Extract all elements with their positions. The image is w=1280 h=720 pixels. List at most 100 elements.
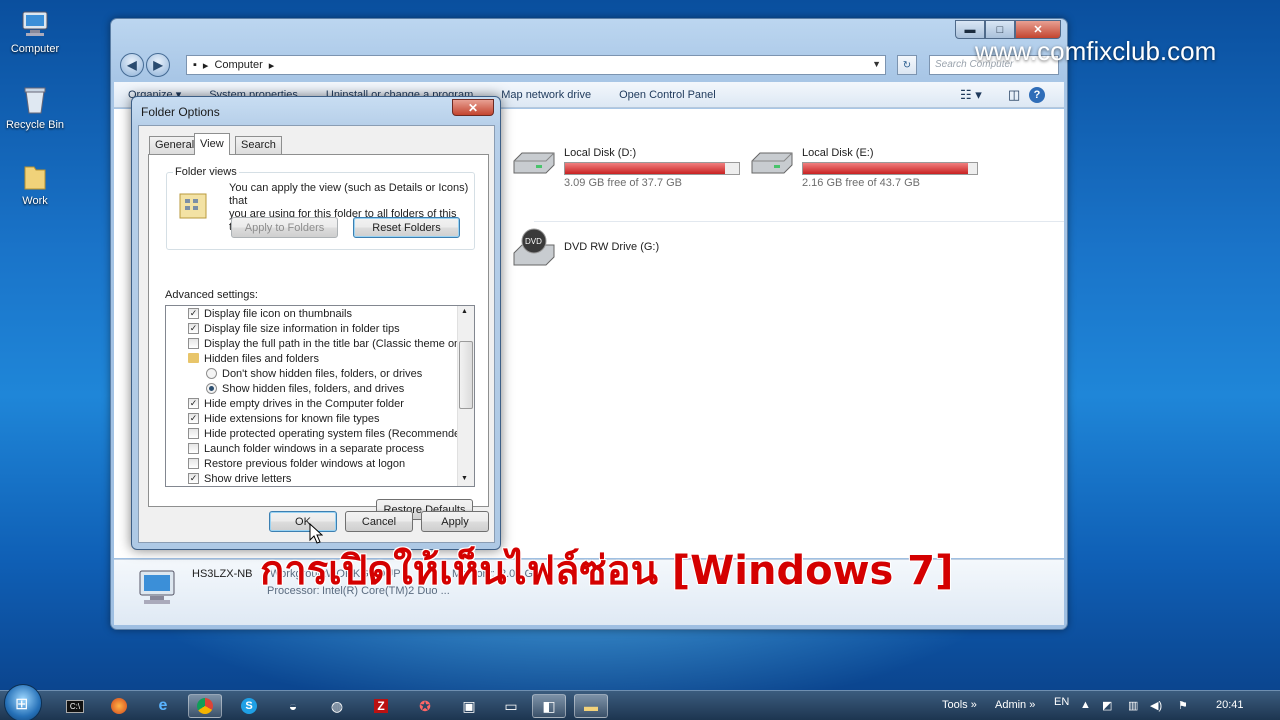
setting-label: Restore previous folder windows at logon: [204, 457, 406, 470]
checkbox[interactable]: [188, 443, 199, 454]
reset-folders-button[interactable]: Reset Folders: [353, 217, 460, 238]
breadcrumb-separator-icon: ▸: [202, 59, 209, 72]
address-bar[interactable]: ▪ ▸ Computer ▸ ▼: [186, 55, 886, 75]
checkbox[interactable]: [188, 428, 199, 439]
drive-dvd[interactable]: DVD DVD RW Drive (G:): [512, 227, 659, 267]
network-icon[interactable]: ▥: [1128, 699, 1138, 712]
back-button[interactable]: ◀: [120, 53, 144, 77]
checkbox[interactable]: [188, 338, 199, 349]
volume-icon[interactable]: ◀): [1150, 699, 1162, 712]
view-options-icon[interactable]: ☷ ▾: [946, 87, 996, 103]
tray-app-icon[interactable]: ◩: [1102, 699, 1112, 712]
taskbar-firefox[interactable]: [102, 694, 136, 718]
watermark-text: www.comfixclub.com: [975, 36, 1217, 66]
folder-views-group: Folder views You can apply the view (suc…: [166, 166, 475, 250]
taskbar-chrome[interactable]: [188, 694, 222, 718]
taskbar-explorer[interactable]: ▬: [574, 694, 608, 718]
cancel-button[interactable]: Cancel: [345, 511, 413, 532]
checkbox[interactable]: [188, 458, 199, 469]
tab-general[interactable]: General: [149, 136, 201, 154]
setting-label: Display file size information in folder …: [204, 322, 400, 335]
taskbar-filezilla[interactable]: Z: [364, 694, 398, 718]
taskbar-app3[interactable]: ✪: [408, 694, 442, 718]
taskbar-ie[interactable]: e: [146, 694, 180, 718]
setting-row[interactable]: ✓ Display file icon on thumbnails: [166, 306, 474, 321]
show-hidden-icons-icon[interactable]: ▲: [1080, 699, 1091, 711]
computer-icon: [139, 570, 175, 604]
setting-row[interactable]: Don't show hidden files, folders, or dri…: [166, 366, 474, 381]
scroll-up-icon[interactable]: ▲: [461, 308, 468, 315]
security-icon[interactable]: ⚑: [1178, 699, 1188, 712]
tab-view[interactable]: View: [194, 133, 230, 155]
setting-row[interactable]: Launch folder windows in a separate proc…: [166, 441, 474, 456]
app-icon: ◍: [330, 697, 344, 714]
tab-search[interactable]: Search: [235, 136, 282, 154]
app-icon: ◧: [542, 697, 556, 714]
setting-row[interactable]: Display the full path in the title bar (…: [166, 336, 474, 351]
section-divider: [534, 221, 1064, 222]
drive-d[interactable]: Local Disk (D:) 3.09 GB free of 37.7 GB: [512, 147, 740, 189]
setting-label: Hide extensions for known file types: [204, 412, 380, 425]
language-indicator[interactable]: EN: [1054, 696, 1069, 708]
desktop-icon-work[interactable]: Work: [0, 160, 70, 207]
refresh-button[interactable]: ↻: [897, 55, 917, 75]
taskbar-app2[interactable]: ◍: [320, 694, 354, 718]
setting-row[interactable]: Hide protected operating system files (R…: [166, 426, 474, 441]
forward-button[interactable]: ▶: [146, 53, 170, 77]
desktop-icon-computer[interactable]: Computer: [0, 8, 70, 55]
dialog-close-button[interactable]: ✕: [452, 99, 494, 116]
map-network-drive-button[interactable]: Map network drive: [487, 89, 605, 101]
dialog-body: General View Search Folder views You can…: [138, 125, 495, 543]
monitor-icon: ▭: [504, 697, 518, 714]
checkbox[interactable]: ✓: [188, 473, 199, 484]
radio-button[interactable]: [206, 368, 217, 379]
folder-icon: [188, 353, 199, 363]
taskbar-app4[interactable]: ▣: [452, 694, 486, 718]
computer-name: HS3LZX-NB: [192, 568, 253, 580]
checkbox[interactable]: ✓: [188, 413, 199, 424]
advanced-settings-list[interactable]: ✓ Display file icon on thumbnails ✓ Display…: [165, 305, 475, 487]
address-dropdown-icon[interactable]: ▼: [872, 59, 881, 69]
scrollbar-thumb[interactable]: [459, 341, 473, 409]
taskbar-app5[interactable]: ▭: [494, 694, 528, 718]
tools-toolbar[interactable]: Tools »: [942, 699, 977, 711]
folder-icon: ▬: [584, 698, 598, 714]
taskbar-skype[interactable]: S: [232, 694, 266, 718]
messenger-icon: ◒: [288, 698, 298, 714]
checkbox[interactable]: ✓: [188, 308, 199, 319]
taskbar-app[interactable]: ◒: [276, 694, 310, 718]
setting-label: Show hidden files, folders, and drives: [222, 382, 405, 395]
refresh-icon: ↻: [902, 59, 912, 71]
setting-row[interactable]: ✓ Hide extensions for known file types: [166, 411, 474, 426]
setting-row[interactable]: Show hidden files, folders, and drives: [166, 381, 474, 396]
apply-to-folders-button[interactable]: Apply to Folders: [231, 217, 338, 238]
arrow-left-icon: ◀: [127, 58, 137, 72]
desktop-icon-recycle-bin[interactable]: Recycle Bin: [0, 84, 70, 131]
taskbar-cmd[interactable]: C:\: [58, 694, 92, 718]
drive-name: Local Disk (E:): [802, 147, 874, 159]
setting-row[interactable]: ✓ Show drive letters: [166, 471, 474, 486]
drive-e[interactable]: Local Disk (E:) 2.16 GB free of 43.7 GB: [750, 147, 978, 189]
setting-row[interactable]: ✓ Hide empty drives in the Computer folde…: [166, 396, 474, 411]
admin-toolbar[interactable]: Admin »: [995, 699, 1035, 711]
drive-name: Local Disk (D:): [564, 147, 637, 159]
scrollbar[interactable]: ▲ ▼: [457, 306, 474, 486]
ok-button[interactable]: OK: [269, 511, 337, 532]
apply-button[interactable]: Apply: [421, 511, 489, 532]
start-button[interactable]: ⊞: [4, 684, 42, 720]
clock[interactable]: 20:41: [1216, 699, 1244, 711]
setting-row[interactable]: ✓ Display file size information in folder…: [166, 321, 474, 336]
help-icon[interactable]: ?: [1029, 86, 1045, 103]
checkbox[interactable]: ✓: [188, 398, 199, 409]
radio-button[interactable]: [206, 383, 217, 394]
open-control-panel-button[interactable]: Open Control Panel: [605, 89, 730, 101]
tools-label: Tools: [942, 699, 968, 711]
checkbox[interactable]: ✓: [188, 323, 199, 334]
setting-label: Don't show hidden files, folders, or dri…: [222, 367, 423, 380]
setting-row[interactable]: Restore previous folder windows at logon: [166, 456, 474, 471]
taskbar-app6[interactable]: ◧: [532, 694, 566, 718]
scroll-down-icon[interactable]: ▼: [461, 475, 468, 482]
breadcrumb-computer[interactable]: Computer: [214, 59, 262, 71]
setting-row: Hidden files and folders: [166, 351, 474, 366]
folder-views-legend: Folder views: [173, 166, 239, 178]
